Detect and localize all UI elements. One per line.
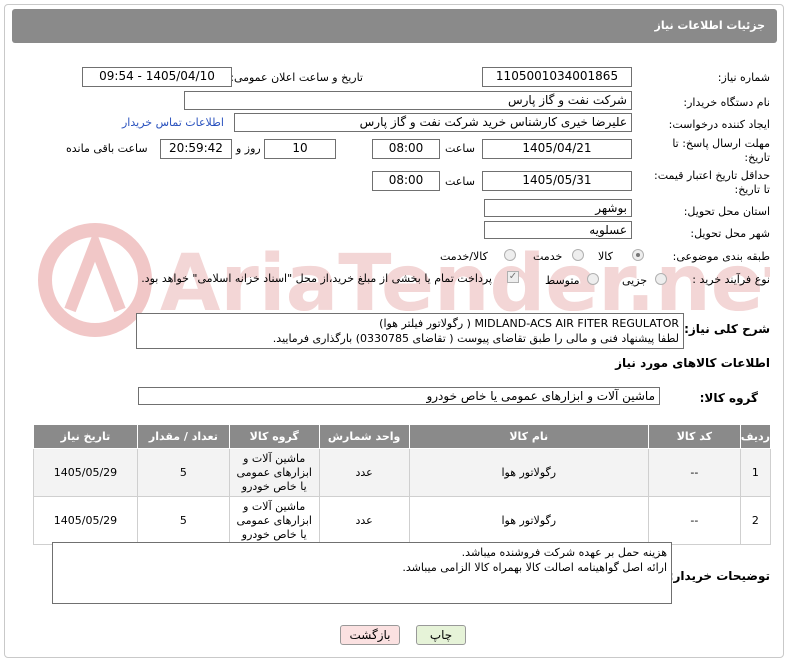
cell-unit: عدد [318, 448, 410, 497]
province-field: بوشهر [484, 199, 632, 217]
validity-label-1: حداقل تاریخ اعتبار قیمت: [654, 169, 770, 182]
buyer-org-field: شرکت نفت و گاز پارس [184, 91, 632, 110]
goods-group-field: ماشین آلات و ابزارهای عمومی یا خاص خودرو [138, 387, 660, 405]
back-button[interactable]: بازگشت [340, 625, 400, 645]
buyer-notes-line-2: ارائه اصل گواهینامه اصالت کالا بهمراه کا… [402, 561, 667, 574]
cell-row: 1 [739, 448, 772, 497]
validity-date-field: 1405/05/31 [482, 171, 632, 191]
goods-info-title: اطلاعات کالاهای مورد نیاز [615, 356, 770, 370]
cell-name: رگولاتور هوا [408, 448, 649, 497]
process-radio-medium[interactable] [587, 273, 599, 285]
buyer-org-label: نام دستگاه خریدار: [683, 96, 770, 109]
col-unit: واحد شمارش [318, 424, 410, 449]
deadline-time-field: 08:00 [372, 139, 440, 159]
creator-field: علیرضا خیری کارشناس خرید شرکت نفت و گاز … [234, 113, 632, 132]
category-label: طبقه بندی موضوعی: [672, 250, 770, 263]
goods-table: ردیف کد کالا نام کالا واحد شمارش گروه کا… [33, 424, 772, 545]
cell-code: -- [647, 496, 741, 545]
process-label: نوع فرآیند خرید : [692, 273, 770, 286]
table-row: 1 -- رگولاتور هوا عدد ماشین آلات و ابزار… [33, 448, 772, 497]
payment-note: پرداخت تمام یا بخشی از مبلغ خرید،از محل … [141, 272, 492, 285]
days-field: 10 [264, 139, 336, 159]
description-line-2: لطفا پیشنهاد فنی و مالی را طبق تقاضای پی… [272, 332, 679, 345]
description-line-1: MIDLAND-ACS AIR FITER REGULATOR ( رگولات… [379, 317, 679, 330]
goods-group-label: گروه کالا: [699, 391, 758, 405]
category-radio-goods[interactable] [632, 249, 644, 261]
col-row: ردیف [739, 424, 772, 449]
announce-field: 1405/04/10 - 09:54 [82, 67, 232, 87]
col-date: تاریخ نیاز [33, 424, 138, 449]
print-button[interactable]: چاپ [416, 625, 466, 645]
header-title: جزئیات اطلاعات نیاز [654, 19, 766, 32]
col-code: کد کالا [647, 424, 741, 449]
process-option-minor: جزیی [622, 274, 648, 287]
category-option-goods: کالا [598, 250, 613, 263]
validity-time-field: 08:00 [372, 171, 440, 191]
payment-checkbox[interactable]: ✓ [507, 271, 519, 283]
table-header-row: ردیف کد کالا نام کالا واحد شمارش گروه کا… [33, 424, 772, 449]
buyer-contact-link[interactable]: اطلاعات تماس خریدار [122, 116, 224, 129]
cell-qty: 5 [136, 496, 230, 545]
category-option-service: خدمت [533, 250, 563, 263]
city-field: عسلویه [484, 221, 632, 239]
deadline-time-label: ساعت [445, 142, 475, 155]
validity-time-label: ساعت [445, 175, 475, 188]
remaining-time-field: 20:59:42 [160, 139, 232, 159]
creator-label: ایجاد کننده درخواست: [668, 118, 770, 131]
description-label: شرح کلی نیاز: [684, 322, 770, 336]
validity-label-2: تا تاریخ: [734, 183, 770, 196]
deadline-label-2: تاریخ: [744, 151, 770, 164]
col-group: گروه کالا [228, 424, 320, 449]
buyer-notes-label: توضیحات خریدار: [668, 569, 770, 583]
process-option-medium: متوسط [545, 274, 580, 287]
cell-row: 2 [739, 496, 772, 545]
cell-group: ماشین آلات و ابزارهای عمومی یا خاص خودرو [228, 496, 320, 545]
days-label: روز و [236, 142, 261, 155]
process-radio-minor[interactable] [655, 273, 667, 285]
deadline-date-field: 1405/04/21 [482, 139, 632, 159]
category-radio-both[interactable] [504, 249, 516, 261]
province-label: استان محل تحویل: [683, 205, 770, 218]
page-header: جزئیات اطلاعات نیاز [12, 9, 777, 43]
cell-qty: 5 [136, 448, 230, 497]
need-number-label: شماره نیاز: [717, 71, 770, 84]
need-number-field: 1105001034001865 [482, 67, 632, 87]
col-name: نام کالا [408, 424, 649, 449]
cell-date: 1405/05/29 [33, 496, 138, 545]
category-radio-service[interactable] [572, 249, 584, 261]
remaining-label: ساعت باقی مانده [66, 142, 148, 155]
cell-group: ماشین آلات و ابزارهای عمومی یا خاص خودرو [228, 448, 320, 497]
cell-unit: عدد [318, 496, 410, 545]
cell-date: 1405/05/29 [33, 448, 138, 497]
deadline-label-1: مهلت ارسال پاسخ: تا [672, 137, 770, 150]
col-qty: تعداد / مقدار [136, 424, 230, 449]
description-textarea[interactable]: MIDLAND-ACS AIR FITER REGULATOR ( رگولات… [136, 313, 684, 349]
buyer-notes-textarea[interactable]: هزینه حمل بر عهده شرکت فروشنده میباشد. ا… [52, 542, 672, 604]
cell-code: -- [647, 448, 741, 497]
city-label: شهر محل تحویل: [690, 227, 770, 240]
buyer-notes-line-1: هزینه حمل بر عهده شرکت فروشنده میباشد. [461, 546, 667, 559]
announce-label: تاریخ و ساعت اعلان عمومی: [230, 71, 363, 84]
category-option-both: کالا/خدمت [440, 250, 488, 263]
cell-name: رگولاتور هوا [408, 496, 649, 545]
table-row: 2 -- رگولاتور هوا عدد ماشین آلات و ابزار… [33, 496, 772, 545]
